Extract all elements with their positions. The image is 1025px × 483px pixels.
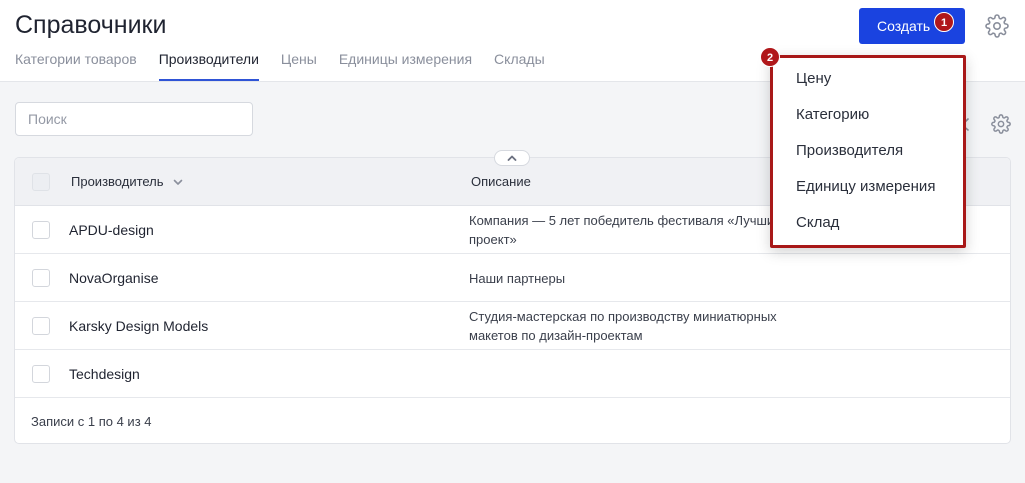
page-title: Справочники <box>15 11 167 39</box>
tab-prices[interactable]: Цены <box>281 48 317 81</box>
table-row[interactable]: NovaOrganise Наши партнеры <box>15 254 1010 302</box>
menu-item-unit[interactable]: Единицу измерения <box>796 177 935 197</box>
manufacturer-name[interactable]: NovaOrganise <box>69 270 159 286</box>
row-checkbox[interactable] <box>32 365 50 383</box>
table-settings-gear-icon[interactable] <box>991 114 1011 134</box>
menu-item-warehouse[interactable]: Склад <box>796 213 839 233</box>
column-header-description[interactable]: Описание <box>471 174 531 190</box>
chevron-up-icon <box>507 155 517 161</box>
manufacturer-description: Наши партнеры <box>469 271 566 286</box>
search-input[interactable] <box>15 102 253 136</box>
step-badge-1: 1 <box>934 12 954 32</box>
column-header-manufacturer[interactable]: Производитель <box>71 174 164 190</box>
manufacturer-name[interactable]: Karsky Design Models <box>69 318 208 334</box>
table-row[interactable]: Techdesign <box>15 350 1010 398</box>
records-count: Записи с 1 по 4 из 4 <box>31 414 152 429</box>
table-row[interactable]: Karsky Design Models Студия-мастерская п… <box>15 302 1010 350</box>
step-badge-2: 2 <box>760 47 780 67</box>
tabs-bar: Категории товаров Производители Цены Еди… <box>15 48 567 81</box>
menu-item-price[interactable]: Цену <box>796 69 831 89</box>
row-checkbox[interactable] <box>32 221 50 239</box>
create-dropdown-menu: Цену Категорию Производителя Единицу изм… <box>770 55 966 248</box>
tab-manufacturers[interactable]: Производители <box>158 48 259 81</box>
tab-units[interactable]: Единицы измерения <box>339 48 472 81</box>
manufacturer-description: Студия-мастерская по производству миниат… <box>469 309 777 343</box>
gear-icon[interactable] <box>985 14 1009 38</box>
manufacturer-name[interactable]: APDU-design <box>69 222 154 238</box>
manufacturer-name[interactable]: Techdesign <box>69 366 140 382</box>
select-all-checkbox[interactable] <box>32 173 50 191</box>
collapse-toggle[interactable] <box>494 150 530 166</box>
menu-item-category[interactable]: Категорию <box>796 105 869 125</box>
tab-product-categories[interactable]: Категории товаров <box>15 48 137 81</box>
row-checkbox[interactable] <box>32 317 50 335</box>
tab-warehouses[interactable]: Склады <box>494 48 545 81</box>
chevron-down-icon[interactable] <box>172 176 184 188</box>
row-checkbox[interactable] <box>32 269 50 287</box>
menu-item-manufacturer[interactable]: Производителя <box>796 141 903 161</box>
